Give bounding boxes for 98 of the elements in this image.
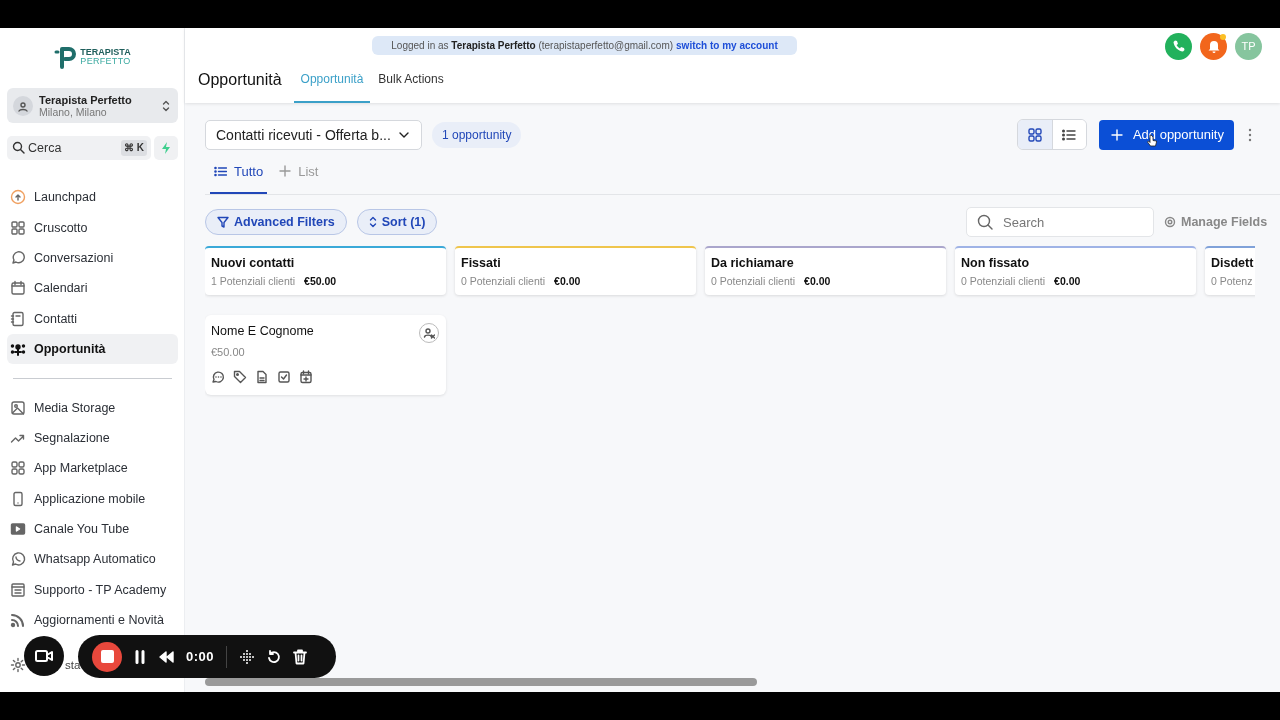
sidebar-item[interactable]: sta <box>65 658 81 671</box>
settings-icon <box>10 656 26 673</box>
stop-icon <box>100 650 114 663</box>
chat-icon <box>10 249 26 266</box>
sidebar-item[interactable]: App Marketplace <box>7 453 178 484</box>
column-title: Non fissato <box>961 256 1031 270</box>
grid-icon <box>1026 126 1043 143</box>
view-tab[interactable]: Tutto <box>210 150 268 194</box>
rocket-icon <box>10 189 26 206</box>
dashboard-icon <box>10 219 26 236</box>
sidebar-item[interactable]: Media Storage <box>7 392 178 423</box>
document-icon[interactable] <box>255 370 269 384</box>
plus-icon <box>1110 128 1123 141</box>
phone-icon <box>10 490 26 507</box>
restart-icon[interactable] <box>267 649 282 664</box>
logo-mark-icon <box>54 45 79 69</box>
column-title: Disdett <box>1211 256 1255 270</box>
sidebar-item[interactable]: Whatsapp Automatico <box>7 544 178 575</box>
chevron-down-icon <box>398 131 409 138</box>
pipeline-dropdown[interactable]: Contatti ricevuti - Offerta b... <box>205 119 422 150</box>
sidebar-item[interactable]: Opportunità <box>7 333 178 365</box>
count-badge: 1 opportunity <box>432 121 522 148</box>
account-location: Milano, Milano <box>39 105 108 118</box>
notifications-button[interactable] <box>1200 32 1227 60</box>
network-icon <box>10 341 26 358</box>
sidebar-item[interactable]: Calendari <box>7 273 178 304</box>
apps-icon <box>10 460 26 477</box>
filter-icon <box>217 216 229 228</box>
plus-icon <box>279 165 292 177</box>
switch-account-link[interactable]: switch to my account <box>676 40 778 51</box>
dot-grid-icon[interactable] <box>239 648 256 665</box>
gear-icon <box>1164 216 1176 228</box>
tag-icon[interactable] <box>233 370 247 384</box>
chevron-updown-icon <box>162 99 170 112</box>
scrollbar-thumb[interactable] <box>205 678 757 686</box>
search-icon <box>977 214 993 230</box>
lead-count: 0 Potenziali clienti <box>961 275 1046 287</box>
chat-icon[interactable] <box>211 370 225 384</box>
tab[interactable]: Bulk Actions <box>371 62 451 103</box>
column-total: €0.00 <box>804 275 831 287</box>
calendar-icon <box>10 280 26 297</box>
sidebar-item[interactable]: Supporto - TP Academy <box>7 574 178 606</box>
logo-subtext: PERFETTO <box>80 57 131 66</box>
recording-time: 0:00 <box>186 649 215 664</box>
sort-icon <box>368 216 377 228</box>
column-total: €50.00 <box>304 275 337 287</box>
user-remove-icon <box>423 327 435 339</box>
search-icon <box>12 141 25 154</box>
rss-icon <box>10 612 26 629</box>
lead-count: 1 Potenziali clienti <box>211 275 296 287</box>
column-total: €0.00 <box>1054 275 1081 287</box>
rewind-icon[interactable] <box>158 650 174 663</box>
lead-count: 0 Potenziali clienti <box>711 275 796 287</box>
sidebar-item[interactable]: Applicazione mobile <box>7 483 178 514</box>
trash-icon[interactable] <box>293 648 308 665</box>
column-title: Nuovi contatti <box>211 256 296 270</box>
sidebar-item[interactable]: Canale You Tube <box>7 513 178 545</box>
list-icon <box>214 164 227 178</box>
opportunity-value: €50.00 <box>211 346 246 358</box>
sidebar-item[interactable]: Contatti <box>7 303 178 334</box>
bolt-icon <box>161 142 171 154</box>
lead-count: 0 Potenz <box>1211 275 1253 287</box>
whatsapp-icon <box>10 551 26 568</box>
page-title: Opportunità <box>198 70 282 90</box>
sidebar-item[interactable]: Conversazioni <box>7 242 178 274</box>
contact-name: Nome E Cognome <box>211 323 314 338</box>
contacts-icon <box>10 310 26 327</box>
pause-icon[interactable] <box>134 649 146 664</box>
sidebar-item[interactable]: Cruscotto <box>7 212 178 243</box>
list-view-button[interactable] <box>1051 120 1086 149</box>
image-icon <box>10 399 26 416</box>
account-switcher[interactable]: Terapista Perfetto Milano, Milano <box>7 88 178 123</box>
logo-text: TERAPISTA <box>80 48 131 57</box>
sidebar-item[interactable]: Aggiornamenti e Novità <box>7 605 178 636</box>
stop-button[interactable] <box>92 641 122 672</box>
filter-button[interactable]: Advanced Filters <box>205 209 347 235</box>
grid-view-button[interactable] <box>1017 120 1052 149</box>
call-button[interactable] <box>1165 32 1192 60</box>
column-title: Da richiamare <box>711 256 795 270</box>
sidebar-item[interactable]: Segnalazione <box>7 422 178 454</box>
column-total: €0.00 <box>554 275 581 287</box>
shortcut-hint: ⌘ K <box>121 140 147 156</box>
lead-count: 0 Potenziali clienti <box>461 275 546 287</box>
phone-icon <box>1171 39 1186 53</box>
calendar-add-icon[interactable] <box>299 370 313 384</box>
checkbox-icon[interactable] <box>277 370 291 384</box>
account-name: Terapista Perfetto <box>39 93 133 106</box>
search-field[interactable]: Search <box>966 207 1154 237</box>
video-icon <box>10 521 26 538</box>
newspaper-icon <box>10 581 26 598</box>
sort-button[interactable]: Sort (1) <box>356 209 438 235</box>
bell-icon <box>1206 39 1221 53</box>
video-camera-icon <box>35 649 53 663</box>
more-icon[interactable] <box>1248 126 1252 143</box>
banner-text: Logged in as Terapista Perfetto (terapistaperfetto@gmail.com) <box>391 40 674 51</box>
column-title: Fissati <box>461 256 502 270</box>
sidebar-item[interactable]: Launchpad <box>7 182 178 213</box>
opportunity-card[interactable]: Nome E Cognome €50.00 <box>205 315 446 395</box>
